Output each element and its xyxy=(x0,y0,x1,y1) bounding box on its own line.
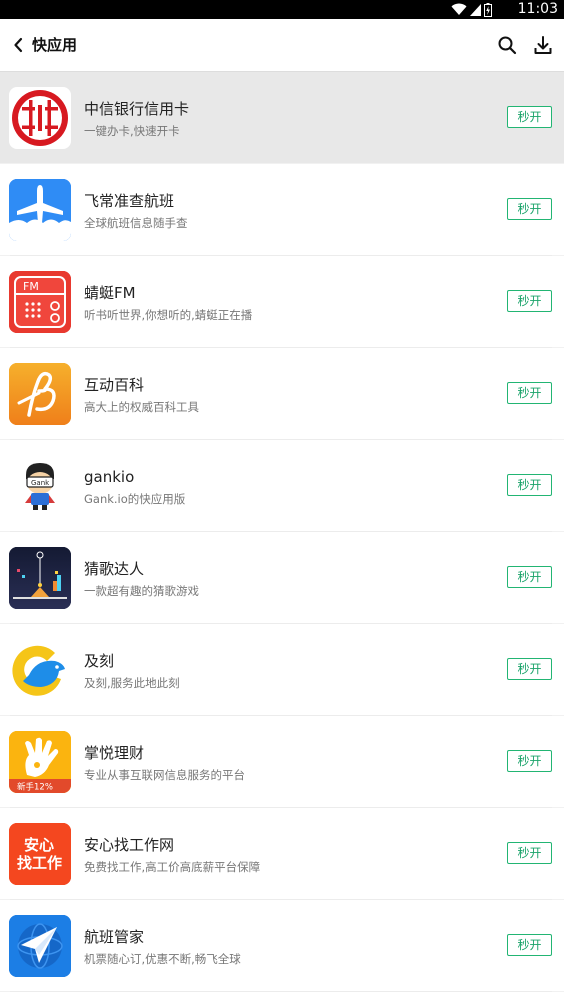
search-icon xyxy=(498,36,517,55)
globe-plane-icon xyxy=(9,915,71,977)
app-description: 听书听世界,你想听的,蜻蜓正在播 xyxy=(84,308,253,322)
row-divider xyxy=(10,991,552,992)
page-title: 快应用 xyxy=(32,36,78,54)
open-button[interactable]: 秒开 xyxy=(507,658,552,680)
radio-icon: FM xyxy=(9,271,71,333)
job-icon-text-1: 安心 xyxy=(24,836,54,854)
app-name: 掌悦理财 xyxy=(84,744,145,762)
open-button[interactable]: 秒开 xyxy=(507,290,552,312)
open-button[interactable]: 秒开 xyxy=(507,382,552,404)
radio-label: FM xyxy=(23,280,39,293)
app-row[interactable]: Gank gankio Gank.io的快应用版 秒开 xyxy=(0,440,564,532)
app-row[interactable]: 中信银行信用卡 一键办卡,快速开卡 秒开 xyxy=(0,72,564,164)
app-row[interactable]: 安心 找工作 安心找工作网 免费找工作,高工价高底薪平台保障 秒开 xyxy=(0,808,564,900)
app-description: 全球航班信息随手查 xyxy=(84,216,188,230)
open-button[interactable]: 秒开 xyxy=(507,934,552,956)
job-icon-text-2: 找工作 xyxy=(17,854,62,872)
open-button[interactable]: 秒开 xyxy=(507,750,552,772)
app-row[interactable]: FM 蜻蜓FM 听书听世界,你想听的,蜻蜓正在播 秒开 xyxy=(0,256,564,348)
app-description: 及刻,服务此地此刻 xyxy=(84,676,180,690)
app-description: 一款超有趣的猜歌游戏 xyxy=(84,584,199,598)
citic-bank-icon xyxy=(9,87,71,149)
app-description: 专业从事互联网信息服务的平台 xyxy=(84,768,245,782)
app-row[interactable]: 航班管家 机票随心订,优惠不断,畅飞全球 秒开 xyxy=(0,900,564,992)
hand-icon: 新手12% xyxy=(9,731,71,793)
bird-icon xyxy=(9,639,71,701)
status-icons xyxy=(451,2,492,17)
app-description: 一键办卡,快速开卡 xyxy=(84,124,180,138)
airplane-icon xyxy=(9,179,71,241)
app-name: 互动百科 xyxy=(84,376,145,394)
download-icon xyxy=(534,36,552,54)
job-icon: 安心 找工作 xyxy=(9,823,71,885)
app-row[interactable]: 猜歌达人 一款超有趣的猜歌游戏 秒开 xyxy=(0,532,564,624)
app-name: 及刻 xyxy=(84,652,115,670)
app-name: 猜歌达人 xyxy=(84,560,145,578)
app-name: 航班管家 xyxy=(84,928,145,946)
music-game-icon xyxy=(9,547,71,609)
app-name: 安心找工作网 xyxy=(84,836,175,854)
status-bar: 11:03 xyxy=(0,0,564,19)
open-button[interactable]: 秒开 xyxy=(507,474,552,496)
open-button[interactable]: 秒开 xyxy=(507,842,552,864)
status-time: 11:03 xyxy=(517,1,558,17)
battery-icon xyxy=(484,2,492,17)
app-name: 中信银行信用卡 xyxy=(84,100,190,118)
app-name: gankio xyxy=(84,468,135,486)
search-button[interactable] xyxy=(496,34,518,56)
open-button[interactable]: 秒开 xyxy=(507,198,552,220)
back-button[interactable] xyxy=(8,33,28,57)
baike-icon xyxy=(9,363,71,425)
hand-badge-text: 新手12% xyxy=(17,782,53,793)
app-row[interactable]: 飞常准查航班 全球航班信息随手查 秒开 xyxy=(0,164,564,256)
back-arrow-icon xyxy=(14,37,23,53)
app-name: 飞常准查航班 xyxy=(84,192,175,210)
app-description: 机票随心订,优惠不断,畅飞全球 xyxy=(84,952,241,966)
app-row[interactable]: 互动百科 高大上的权威百科工具 秒开 xyxy=(0,348,564,440)
app-list: 中信银行信用卡 一键办卡,快速开卡 秒开 飞常准查航班 全球航班信息随手查 秒开… xyxy=(0,72,564,992)
download-button[interactable] xyxy=(532,34,554,56)
open-button[interactable]: 秒开 xyxy=(507,106,552,128)
wifi-icon xyxy=(451,3,467,15)
app-description: 免费找工作,高工价高底薪平台保障 xyxy=(84,860,261,874)
app-description: 高大上的权威百科工具 xyxy=(84,400,199,414)
signal-icon xyxy=(470,4,481,16)
gank-label: Gank xyxy=(31,479,50,487)
app-row[interactable]: 新手12% 掌悦理财 专业从事互联网信息服务的平台 秒开 xyxy=(0,716,564,808)
toolbar: 快应用 xyxy=(0,19,564,72)
app-row[interactable]: 及刻 及刻,服务此地此刻 秒开 xyxy=(0,624,564,716)
open-button[interactable]: 秒开 xyxy=(507,566,552,588)
app-name: 蜻蜓FM xyxy=(84,284,136,302)
app-description: Gank.io的快应用版 xyxy=(84,492,186,506)
gank-avatar-icon: Gank xyxy=(9,455,71,517)
